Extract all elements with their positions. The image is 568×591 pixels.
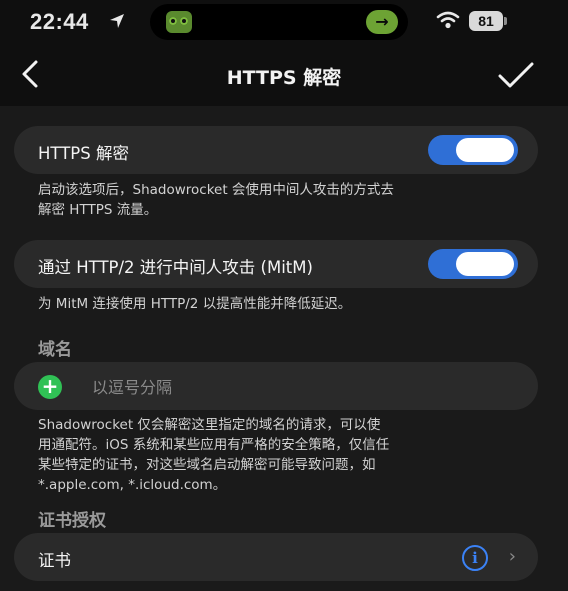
arrow-right-icon: →	[366, 10, 398, 34]
nav-bar: HTTPS 解密	[0, 44, 568, 106]
add-domain-icon[interactable]: +	[38, 375, 62, 399]
done-button[interactable]	[496, 58, 536, 92]
certificate-label: 证书	[38, 551, 71, 570]
battery-icon: 81	[469, 11, 503, 31]
https-decrypt-label: HTTPS 解密	[38, 144, 129, 163]
https-decrypt-toggle[interactable]	[428, 135, 518, 165]
dynamic-island: →	[150, 4, 408, 40]
https-decrypt-footnote: 启动该选项后，Shadowrocket 会使用中间人攻击的方式去 解密 HTTP…	[38, 180, 538, 220]
battery-tip	[504, 17, 507, 25]
wifi-icon	[436, 10, 460, 34]
domains-footnote: Shadowrocket 仅会解密这里指定的域名的请求，可以使 用通配符。iOS…	[38, 415, 538, 495]
page-title: HTTPS 解密	[226, 67, 342, 89]
chevron-right-icon: ›	[508, 546, 516, 567]
app-owl-icon	[166, 11, 192, 33]
toggle-knob	[456, 138, 514, 162]
checkmark-icon	[498, 62, 534, 88]
mitm-http2-row: 通过 HTTP/2 进行中间人攻击 (MitM)	[14, 240, 538, 288]
domains-section-header: 域名	[38, 340, 72, 360]
domain-input[interactable]	[92, 374, 512, 400]
https-decrypt-row: HTTPS 解密	[14, 126, 538, 174]
footnote-line: 启动该选项后，Shadowrocket 会使用中间人攻击的方式去	[38, 182, 394, 198]
footnote-line: 用通配符。iOS 系统和某些应用有严格的安全策略，仅信任	[38, 437, 390, 453]
domain-input-row: +	[14, 362, 538, 410]
status-bar: 22:44 → 81	[0, 0, 568, 44]
footnote-line: 某些特定的证书，对这些域名启动解密可能导致问题，如	[38, 457, 376, 473]
footnote-line: Shadowrocket 仅会解密这里指定的域名的请求，可以使	[38, 417, 381, 433]
mitm-http2-label: 通过 HTTP/2 进行中间人攻击 (MitM)	[38, 258, 313, 277]
status-time: 22:44	[30, 9, 89, 34]
footnote-line: *.apple.com, *.icloud.com。	[38, 477, 227, 493]
mitm-http2-toggle[interactable]	[428, 249, 518, 279]
info-icon[interactable]: i	[462, 545, 488, 571]
location-arrow-icon	[108, 12, 126, 34]
toggle-knob	[456, 252, 514, 276]
footnote-line: 解密 HTTPS 流量。	[38, 202, 158, 218]
mitm-http2-footnote: 为 MitM 连接使用 HTTP/2 以提高性能并降低延迟。	[38, 296, 352, 312]
certificate-row[interactable]: 证书 i ›	[14, 533, 538, 581]
certificate-section-header: 证书授权	[38, 511, 106, 531]
